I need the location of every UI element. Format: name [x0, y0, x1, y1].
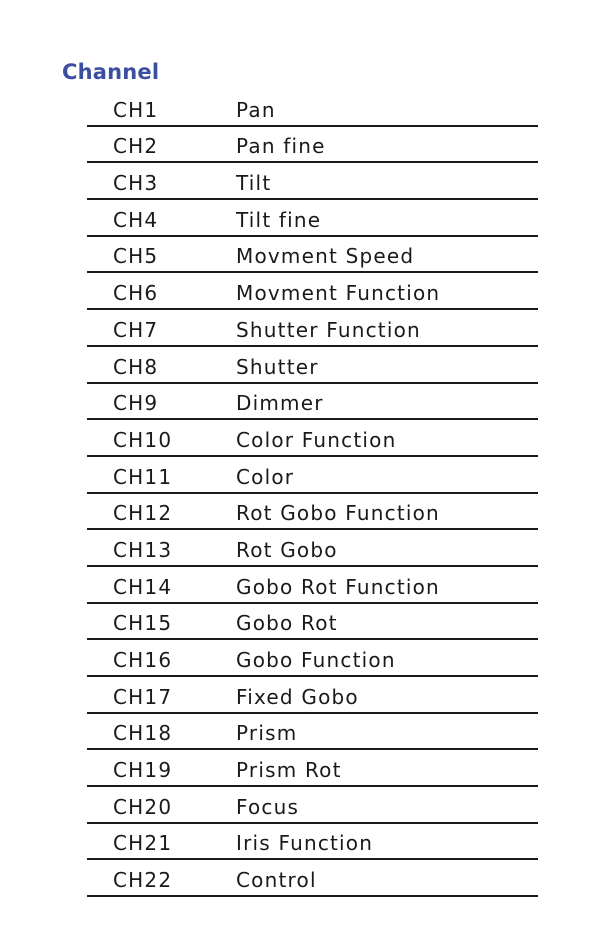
channel-function: Movment Speed [236, 244, 415, 269]
channel-function: Color Function [236, 427, 397, 452]
channel-number: CH20 [113, 794, 173, 819]
table-row: CH10 Color Function [87, 420, 538, 457]
channel-function: Gobo Rot [236, 611, 338, 636]
channel-number: CH15 [113, 611, 173, 636]
channel-function: Control [236, 868, 317, 893]
channel-number: CH1 [113, 97, 159, 122]
channel-function: Pan [236, 97, 276, 122]
channel-number: CH11 [113, 464, 173, 489]
table-row: CH4 Tilt fine [87, 200, 538, 237]
table-row: CH9 Dimmer [87, 384, 538, 421]
channel-number: CH5 [113, 244, 159, 269]
channel-function: Prism [236, 721, 298, 746]
channel-number: CH9 [113, 391, 159, 416]
channel-number: CH2 [113, 134, 159, 159]
table-row: CH18 Prism [87, 714, 538, 751]
channel-number: CH3 [113, 171, 159, 196]
channel-function: Focus [236, 794, 300, 819]
channel-number: CH6 [113, 281, 159, 306]
channel-function: Iris Function [236, 831, 374, 856]
table-row: CH22 Control [87, 860, 538, 898]
section-title: Channel [62, 60, 160, 84]
channel-number: CH4 [113, 207, 159, 232]
table-row: CH3 Tilt [87, 163, 538, 201]
channel-number: CH21 [113, 831, 173, 856]
table-row: CH19 Prism Rot [87, 750, 538, 788]
channel-function: Pan fine [236, 134, 326, 159]
table-row: CH2 Pan fine [87, 127, 538, 164]
channel-function: Gobo Function [236, 648, 396, 672]
channel-function: Tilt fine [236, 207, 322, 232]
channel-number: CH13 [113, 537, 173, 562]
channel-number: CH17 [113, 684, 173, 709]
channel-function: Movment Function [236, 281, 441, 306]
channel-function: Rot Gobo [236, 537, 338, 562]
channel-number: CH18 [113, 721, 173, 746]
table-row: CH6 Movment Function [87, 273, 538, 311]
table-row: CH21 Iris Function [87, 824, 538, 861]
channel-number: CH12 [113, 501, 173, 526]
table-row: CH7 Shutter Function [87, 310, 538, 347]
table-row: CH1 Pan [87, 90, 538, 127]
table-row: CH16 Gobo Function [87, 640, 538, 677]
channel-number: CH7 [113, 317, 159, 342]
channel-table: CH1 Pan CH2 Pan fine CH3 Tilt CH4 Tilt fine … [87, 90, 538, 898]
table-row: CH12 Rot Gobo Function [87, 494, 538, 531]
table-row: CH13 Rot Gobo [87, 530, 538, 567]
table-row: CH8 Shutter [87, 347, 538, 384]
channel-function: Fixed Gobo [236, 684, 359, 709]
channel-number: CH16 [113, 648, 173, 672]
table-row: CH14 Gobo Rot Function [87, 567, 538, 604]
channel-function: Tilt [236, 171, 272, 196]
channel-number: CH10 [113, 427, 173, 452]
table-row: CH17 Fixed Gobo [87, 677, 538, 714]
channel-number: CH8 [113, 354, 159, 379]
channel-number: CH14 [113, 574, 173, 599]
table-row: CH5 Movment Speed [87, 237, 538, 274]
table-row: CH20 Focus [87, 787, 538, 824]
table-row: CH15 Gobo Rot [87, 604, 538, 641]
channel-function: Color [236, 464, 295, 489]
channel-function: Shutter Function [236, 317, 421, 342]
channel-number: CH19 [113, 758, 173, 783]
channel-function: Dimmer [236, 391, 324, 416]
channel-function: Shutter [236, 354, 319, 379]
channel-number: CH22 [113, 868, 173, 893]
channel-function: Gobo Rot Function [236, 574, 440, 599]
channel-function: Rot Gobo Function [236, 501, 440, 526]
channel-function: Prism Rot [236, 758, 342, 783]
table-row: CH11 Color [87, 457, 538, 494]
